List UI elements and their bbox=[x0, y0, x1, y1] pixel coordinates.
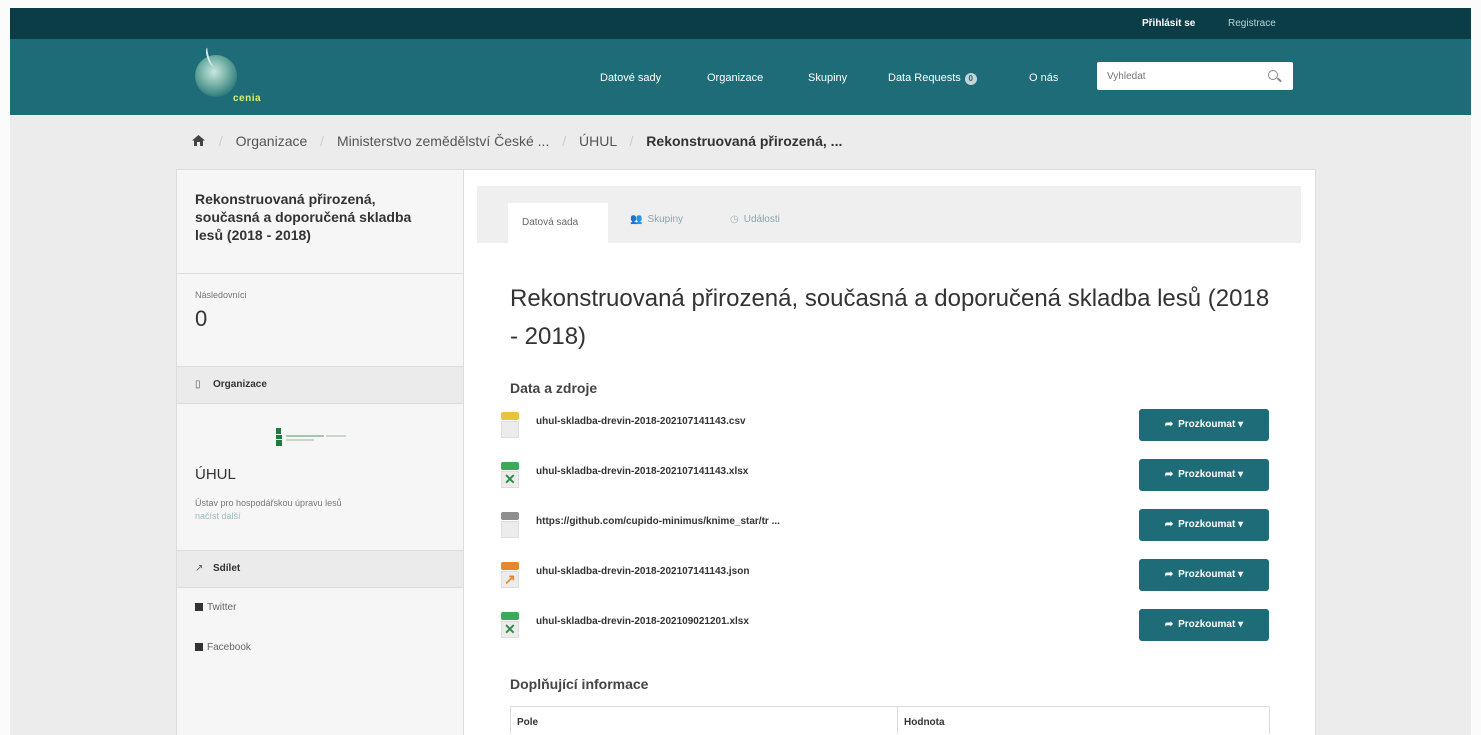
resource-link[interactable]: uhul-skladba-drevin-2018-202107141143.js… bbox=[536, 566, 749, 577]
organization-logo[interactable] bbox=[275, 426, 366, 456]
dataset-tabs: Datová sada 👥 Skupiny ◷ Události bbox=[477, 186, 1301, 243]
resource-item: ✕ uhul-skladba-drevin-2018-202107141143.… bbox=[501, 459, 1271, 502]
twitter-label: Twitter bbox=[207, 602, 237, 613]
share-section-label: Sdílet bbox=[213, 563, 241, 574]
followers-label: Následovníci bbox=[195, 290, 247, 300]
share-arrow-icon: ➦ bbox=[1164, 469, 1174, 480]
tab-groups[interactable]: 👥 Skupiny bbox=[630, 214, 683, 225]
breadcrumb-organizations[interactable]: Organizace bbox=[236, 133, 308, 149]
search-input[interactable] bbox=[1097, 62, 1267, 90]
json-file-icon: ↗ bbox=[501, 562, 523, 592]
table-header-row: Pole Hodnota bbox=[510, 706, 1270, 734]
tab-activity-label: Události bbox=[743, 214, 780, 225]
resource-link[interactable]: uhul-skladba-drevin-2018-202109021201.xl… bbox=[536, 616, 749, 627]
breadcrumb-ministry[interactable]: Ministerstvo zemědělství České ... bbox=[337, 133, 549, 149]
main-wrapper: Rekonstruovaná přirozená, současná a dop… bbox=[177, 170, 1315, 735]
share-arrow-icon: ➦ bbox=[1164, 619, 1174, 630]
nav-datasets[interactable]: Datové sady bbox=[600, 72, 661, 84]
explore-button-label: Prozkoumat bbox=[1178, 569, 1236, 580]
column-header-field: Pole bbox=[510, 706, 898, 734]
csv-file-icon bbox=[501, 412, 523, 442]
resources-section-title: Data a zdroje bbox=[510, 380, 598, 396]
breadcrumb-current-dataset[interactable]: Rekonstruovaná přirozená, ... bbox=[646, 133, 842, 149]
organization-section-header: ▯ Organizace bbox=[177, 366, 463, 404]
breadcrumb-separator: / bbox=[218, 133, 223, 149]
share-arrow-icon: ➦ bbox=[1164, 569, 1174, 580]
breadcrumb: / Organizace / Ministerstvo zemědělství … bbox=[192, 133, 842, 149]
share-twitter-link[interactable]: Twitter bbox=[195, 602, 236, 613]
home-icon[interactable] bbox=[192, 133, 206, 149]
organization-name: ÚHUL bbox=[195, 466, 236, 483]
additional-info-table: Pole Hodnota bbox=[510, 706, 1270, 734]
breadcrumb-separator: / bbox=[320, 133, 325, 149]
followers-count: 0 bbox=[195, 306, 208, 331]
logo-text: cenia bbox=[233, 93, 262, 104]
facebook-label: Facebook bbox=[207, 642, 251, 653]
organization-description: Ústav pro hospodářskou úpravu lesů bbox=[195, 498, 342, 508]
organization-section-label: Organizace bbox=[213, 379, 267, 390]
building-icon: ▯ bbox=[195, 379, 201, 390]
column-header-value: Hodnota bbox=[897, 706, 1270, 734]
share-arrow-icon: ➦ bbox=[1164, 419, 1174, 430]
register-link[interactable]: Registrace bbox=[1228, 18, 1276, 29]
resource-link[interactable]: uhul-skladba-drevin-2018-202107141143.xl… bbox=[536, 466, 748, 477]
resource-item: https://github.com/cupido-minimus/knime_… bbox=[501, 509, 1271, 552]
data-requests-count-badge: 0 bbox=[964, 73, 977, 85]
nav-organizations[interactable]: Organizace bbox=[707, 72, 763, 84]
sidebar-dataset-title: Rekonstruovaná přirozená, současná a dop… bbox=[195, 191, 412, 243]
additional-info-title: Doplňující informace bbox=[510, 676, 649, 692]
read-more-link[interactable]: načíst další bbox=[195, 511, 241, 521]
explore-button[interactable]: ➦ Prozkoumat ▾ bbox=[1139, 559, 1269, 591]
site-logo[interactable]: cenia bbox=[193, 46, 273, 107]
breadcrumb-uhul[interactable]: ÚHUL bbox=[579, 133, 617, 149]
clock-icon: ◷ bbox=[730, 214, 739, 225]
nav-data-requests-label: Data Requests bbox=[888, 72, 961, 84]
twitter-icon bbox=[195, 603, 203, 611]
link-file-icon bbox=[501, 512, 523, 542]
xlsx-file-icon: ✕ bbox=[501, 612, 523, 642]
share-facebook-link[interactable]: Facebook bbox=[195, 642, 251, 653]
explore-button-label: Prozkoumat bbox=[1178, 419, 1236, 430]
search-box bbox=[1097, 62, 1293, 90]
tab-dataset[interactable]: Datová sada bbox=[508, 203, 608, 243]
nav-about[interactable]: O nás bbox=[1029, 72, 1058, 84]
resource-item: ✕ uhul-skladba-drevin-2018-202109021201.… bbox=[501, 609, 1271, 652]
xlsx-file-icon: ✕ bbox=[501, 462, 523, 492]
masthead: cenia Datové sady Organizace Skupiny Dat… bbox=[10, 39, 1471, 115]
nav-data-requests[interactable]: Data Requests 0 bbox=[888, 72, 977, 85]
dataset-content: Datová sada 👥 Skupiny ◷ Události Rekonstru… bbox=[477, 186, 1301, 735]
users-icon: 👥 bbox=[630, 214, 643, 225]
resource-link[interactable]: https://github.com/cupido-minimus/knime_… bbox=[536, 516, 780, 527]
facebook-icon bbox=[195, 643, 203, 651]
explore-button[interactable]: ➦ Prozkoumat ▾ bbox=[1139, 609, 1269, 641]
share-arrow-icon: ➦ bbox=[1164, 519, 1174, 530]
breadcrumb-separator: / bbox=[562, 133, 567, 149]
explore-button-label: Prozkoumat bbox=[1178, 519, 1236, 530]
resource-link[interactable]: uhul-skladba-drevin-2018-202107141143.cs… bbox=[536, 416, 746, 427]
share-section-header: ↗ Sdílet bbox=[177, 550, 463, 588]
explore-button-label: Prozkoumat bbox=[1178, 469, 1236, 480]
explore-button-label: Prozkoumat bbox=[1178, 619, 1236, 630]
dataset-title: Rekonstruovaná přirozená, současná a dop… bbox=[510, 285, 1270, 350]
login-link[interactable]: Přihlásit se bbox=[1142, 18, 1195, 29]
explore-button[interactable]: ➦ Prozkoumat ▾ bbox=[1139, 409, 1269, 441]
search-icon[interactable] bbox=[1268, 70, 1278, 80]
resource-item: uhul-skladba-drevin-2018-202107141143.cs… bbox=[501, 409, 1271, 452]
explore-button[interactable]: ➦ Prozkoumat ▾ bbox=[1139, 509, 1269, 541]
tab-groups-label: Skupiny bbox=[647, 214, 684, 225]
explore-button[interactable]: ➦ Prozkoumat ▾ bbox=[1139, 459, 1269, 491]
nav-groups[interactable]: Skupiny bbox=[808, 72, 847, 84]
share-icon: ↗ bbox=[195, 563, 204, 574]
divider bbox=[177, 273, 463, 274]
resource-item: ↗ uhul-skladba-drevin-2018-202107141143.… bbox=[501, 559, 1271, 602]
sidebar: Rekonstruovaná přirozená, současná a dop… bbox=[177, 170, 464, 735]
account-bar: Přihlásit se Registrace bbox=[10, 8, 1471, 39]
breadcrumb-separator: / bbox=[629, 133, 634, 149]
tab-activity[interactable]: ◷ Události bbox=[730, 214, 780, 225]
